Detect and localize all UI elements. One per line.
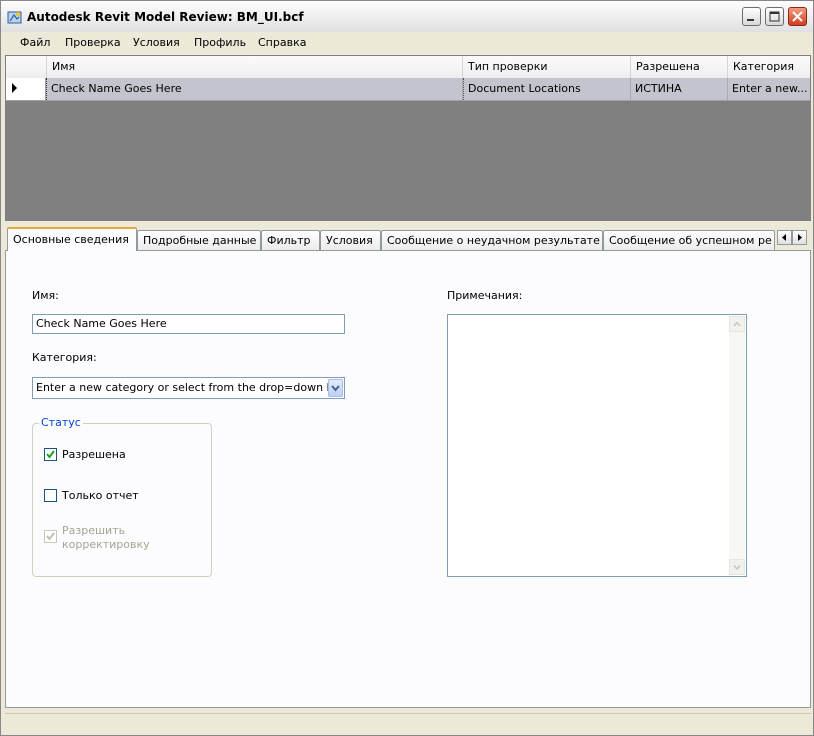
table-row[interactable]: Check Name Goes Here Document Locations … [6, 78, 810, 101]
revit-app-icon[interactable] [7, 9, 23, 25]
scroll-up-button[interactable] [729, 316, 745, 332]
title-bar[interactable]: Autodesk Revit Model Review: BM_UI.bcf [1, 1, 813, 33]
tab-filter[interactable]: Фильтр [261, 230, 320, 250]
tab-conditions[interactable]: Условия [320, 230, 381, 250]
category-combobox[interactable]: Enter a new category or select from the … [32, 377, 345, 399]
column-header-category[interactable]: Категория [728, 56, 810, 78]
grid-corner-header [6, 56, 47, 78]
arrow-right-icon [798, 234, 802, 241]
grid-header: Имя Тип проверки Разрешена Категория [6, 56, 810, 79]
notes-label: Примечания: [447, 289, 523, 302]
cell-resolved[interactable]: ИСТИНА [631, 78, 728, 100]
report-only-checkbox-label[interactable]: Только отчет [62, 489, 139, 502]
menu-conditions[interactable]: Условия [133, 36, 180, 49]
category-dropdown-button[interactable] [328, 379, 343, 397]
status-groupbox: Статус Разрешена Только отчет Разрешить … [32, 416, 212, 577]
allow-correction-label-line1: Разрешить [62, 524, 126, 537]
menu-bar: Файл Проверка Условия Профиль Справка [1, 32, 813, 54]
menu-profile[interactable]: Профиль [194, 36, 246, 49]
minimize-icon [747, 19, 754, 21]
checkmark-icon [46, 532, 55, 541]
status-group-title: Статус [39, 416, 83, 429]
maximize-icon [769, 11, 780, 22]
allow-correction-checkbox[interactable] [44, 530, 57, 543]
column-header-name[interactable]: Имя [47, 56, 463, 78]
tab-scroll-left-button[interactable] [777, 230, 792, 245]
checks-grid[interactable]: Имя Тип проверки Разрешена Категория Che… [5, 55, 811, 221]
menu-check[interactable]: Проверка [65, 36, 121, 49]
tab-details[interactable]: Подробные данные [137, 230, 261, 250]
general-tab-panel: Имя: Check Name Goes Here Категория: Ent… [5, 250, 811, 708]
allow-correction-label-line2: корректировку [62, 538, 150, 551]
notes-textarea[interactable] [447, 314, 747, 577]
tab-success-message[interactable]: Сообщение об успешном ре [603, 230, 775, 250]
tab-scroll-right-button[interactable] [792, 230, 807, 245]
category-label: Категория: [32, 351, 97, 364]
close-button[interactable] [788, 7, 807, 26]
chevron-down-icon [733, 565, 741, 571]
notes-scrollbar[interactable] [729, 316, 745, 575]
report-only-checkbox[interactable] [44, 489, 57, 502]
category-combobox-value: Enter a new category or select from the … [36, 381, 333, 394]
window-title: Autodesk Revit Model Review: BM_UI.bcf [27, 10, 304, 24]
name-label: Имя: [32, 289, 59, 302]
tab-general[interactable]: Основные сведения [7, 227, 137, 251]
current-row-arrow-icon [12, 83, 17, 93]
status-bar [5, 713, 811, 734]
row-selector[interactable] [6, 78, 46, 100]
tab-strip: Основные сведения Подробные данные Фильт… [5, 227, 811, 251]
cell-category[interactable]: Enter a new... [728, 78, 810, 100]
tab-failure-message[interactable]: Сообщение о неудачном результате [381, 230, 603, 250]
column-header-resolved[interactable]: Разрешена [631, 56, 728, 78]
cell-name[interactable]: Check Name Goes Here [46, 78, 463, 100]
close-icon [792, 11, 803, 22]
chevron-up-icon [733, 321, 741, 327]
scroll-down-button[interactable] [729, 559, 745, 575]
resolved-checkbox-label[interactable]: Разрешена [62, 448, 126, 461]
arrow-left-icon [782, 234, 786, 241]
resolved-checkbox[interactable] [44, 448, 57, 461]
checkmark-icon [46, 450, 55, 459]
minimize-button[interactable] [742, 7, 761, 26]
menu-file[interactable]: Файл [20, 36, 50, 49]
app-window: Autodesk Revit Model Review: BM_UI.bcf Ф… [0, 0, 814, 736]
menu-help[interactable]: Справка [258, 36, 306, 49]
chevron-down-icon [331, 385, 340, 392]
maximize-button[interactable] [765, 7, 784, 26]
column-header-check-type[interactable]: Тип проверки [463, 56, 631, 78]
name-field[interactable]: Check Name Goes Here [32, 314, 345, 334]
cell-check-type[interactable]: Document Locations [463, 78, 631, 100]
